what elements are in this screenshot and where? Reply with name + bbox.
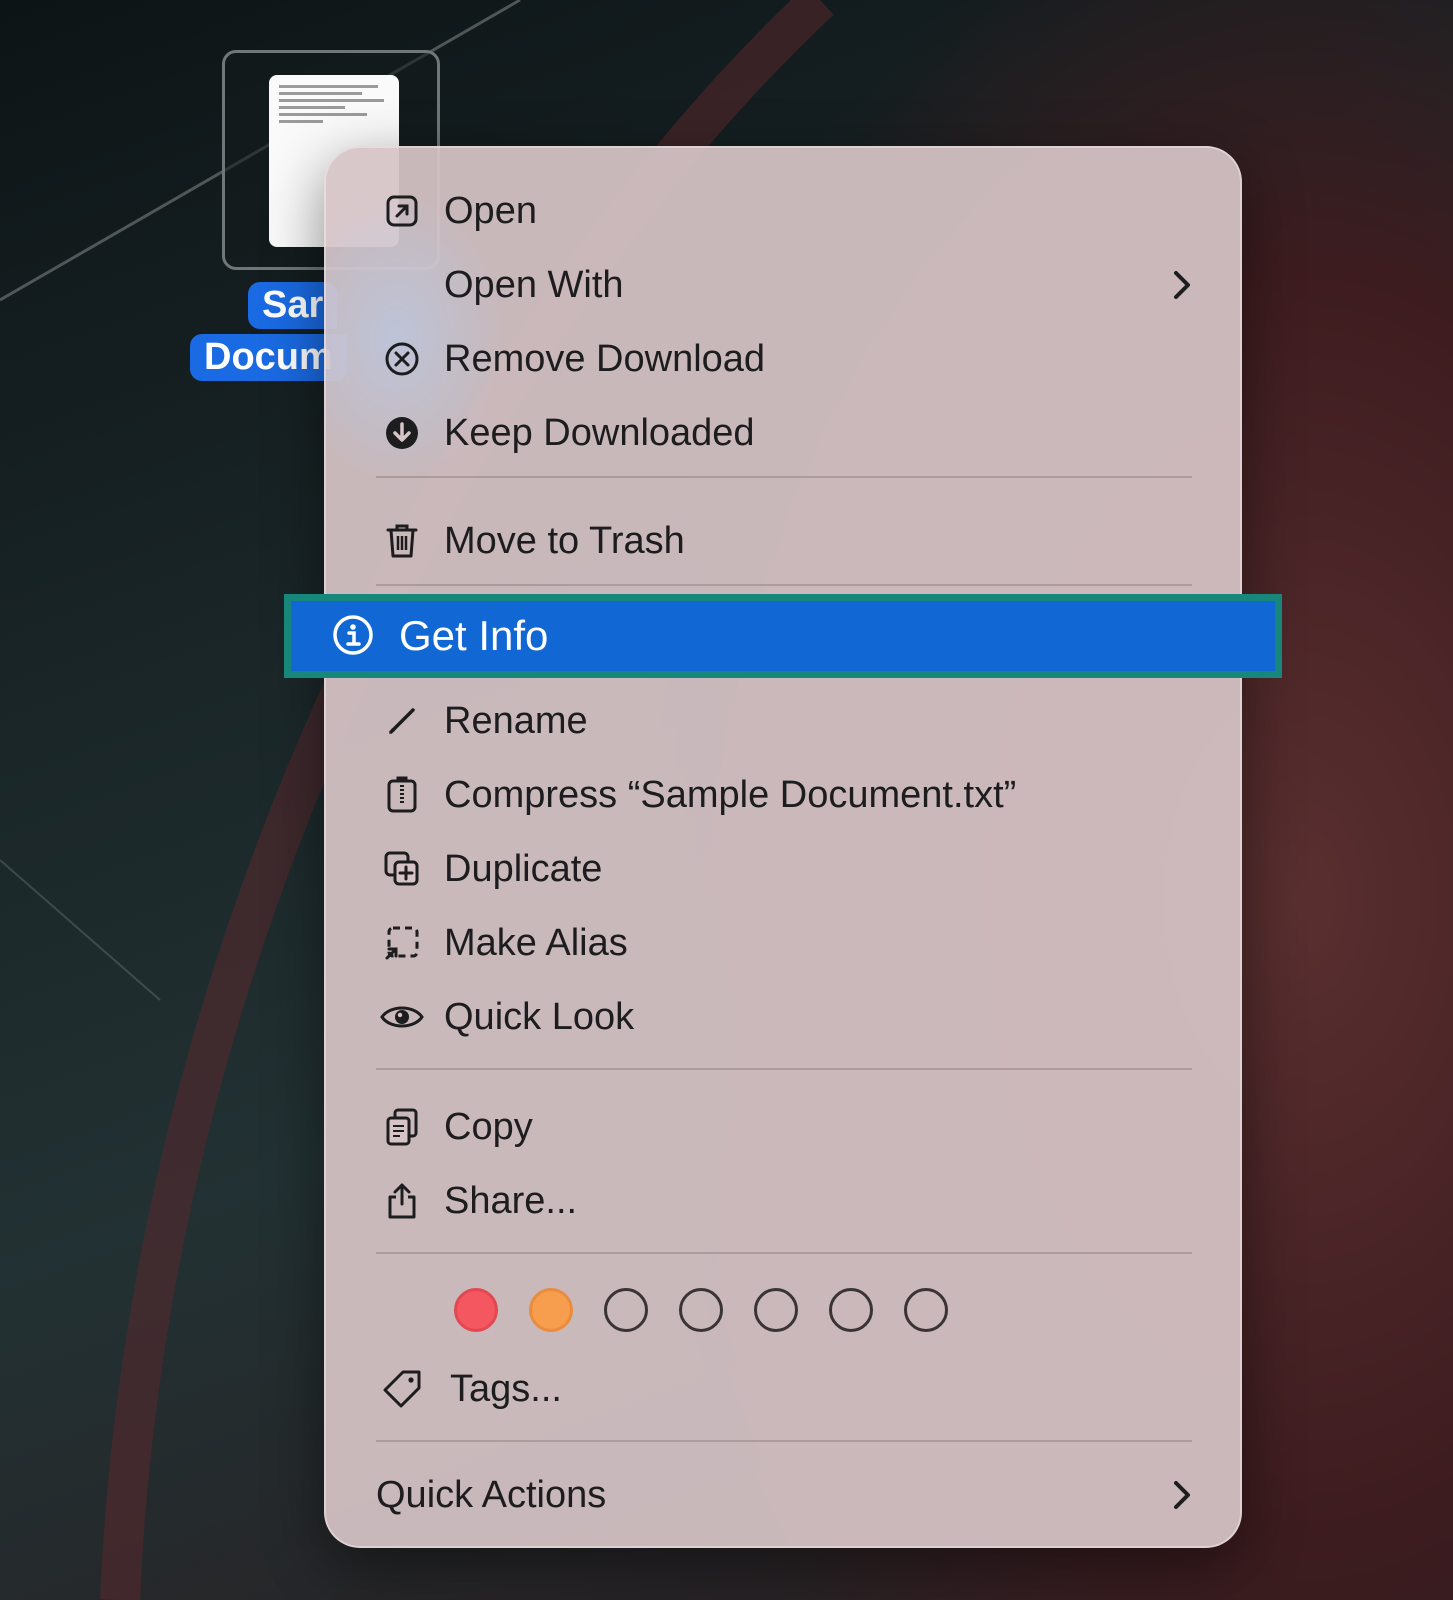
tag-colors-row: [454, 1288, 948, 1338]
chevron-right-icon: [1174, 1481, 1190, 1509]
menu-item-quick-actions[interactable]: Quick Actions: [326, 1458, 1240, 1532]
menu-item-get-info[interactable]: Get Info: [284, 594, 1282, 678]
menu-item-duplicate[interactable]: Duplicate: [326, 832, 1240, 906]
menu-separator: [376, 584, 1192, 586]
trash-icon: [380, 519, 424, 563]
menu-label: Quick Look: [444, 995, 635, 1038]
menu-label: Share...: [444, 1179, 578, 1222]
info-circle-icon: [331, 613, 377, 659]
menu-item-make-alias[interactable]: Make Alias: [326, 906, 1240, 980]
context-menu: Open Open With Remove Download Keep Down…: [324, 146, 1242, 1548]
menu-label: Copy: [444, 1105, 533, 1148]
tag-empty-dot[interactable]: [829, 1288, 873, 1332]
tag-red-dot[interactable]: [454, 1288, 498, 1332]
menu-item-compress[interactable]: Compress “Sample Document.txt”: [326, 758, 1240, 832]
menu-item-rename[interactable]: Rename: [326, 684, 1240, 758]
menu-item-move-to-trash[interactable]: Move to Trash: [326, 504, 1240, 578]
menu-label: Tags...: [450, 1367, 562, 1410]
tag-orange-dot[interactable]: [529, 1288, 573, 1332]
tag-empty-dot[interactable]: [754, 1288, 798, 1332]
menu-item-open[interactable]: Open: [326, 174, 1240, 248]
archive-zip-icon: [380, 773, 424, 817]
menu-separator: [376, 1252, 1192, 1254]
menu-separator: [376, 476, 1192, 478]
menu-label: Open With: [444, 263, 624, 306]
menu-label: Compress “Sample Document.txt”: [444, 773, 1017, 816]
menu-item-open-with[interactable]: Open With: [326, 248, 1240, 322]
chevron-right-icon: [1174, 271, 1190, 299]
pencil-icon: [380, 699, 424, 743]
menu-item-tags[interactable]: Tags...: [326, 1352, 1240, 1426]
alias-icon: [380, 921, 424, 965]
duplicate-icon: [380, 847, 424, 891]
copy-icon: [380, 1105, 424, 1149]
menu-separator: [376, 1440, 1192, 1442]
remove-circle-icon: [380, 337, 424, 381]
tag-empty-dot[interactable]: [604, 1288, 648, 1332]
menu-label: Rename: [444, 699, 588, 742]
menu-label: Quick Actions: [376, 1473, 607, 1516]
menu-item-quick-look[interactable]: Quick Look: [326, 980, 1240, 1054]
menu-item-keep-downloaded[interactable]: Keep Downloaded: [326, 396, 1240, 470]
menu-label: Keep Downloaded: [444, 411, 755, 454]
menu-label: Open: [444, 189, 537, 232]
menu-item-remove-download[interactable]: Remove Download: [326, 322, 1240, 396]
share-icon: [380, 1179, 424, 1223]
menu-item-copy[interactable]: Copy: [326, 1090, 1240, 1164]
menu-label: Duplicate: [444, 847, 603, 890]
eye-icon: [380, 995, 424, 1039]
tag-empty-dot[interactable]: [904, 1288, 948, 1332]
menu-label: Remove Download: [444, 337, 766, 380]
tag-icon: [380, 1367, 424, 1411]
open-arrow-icon: [380, 189, 424, 233]
menu-separator: [376, 1068, 1192, 1070]
menu-label: Move to Trash: [444, 519, 685, 562]
download-circle-icon: [380, 411, 424, 455]
menu-label: Get Info: [399, 612, 549, 659]
tag-empty-dot[interactable]: [679, 1288, 723, 1332]
menu-item-share[interactable]: Share...: [326, 1164, 1240, 1238]
menu-label: Make Alias: [444, 921, 628, 964]
